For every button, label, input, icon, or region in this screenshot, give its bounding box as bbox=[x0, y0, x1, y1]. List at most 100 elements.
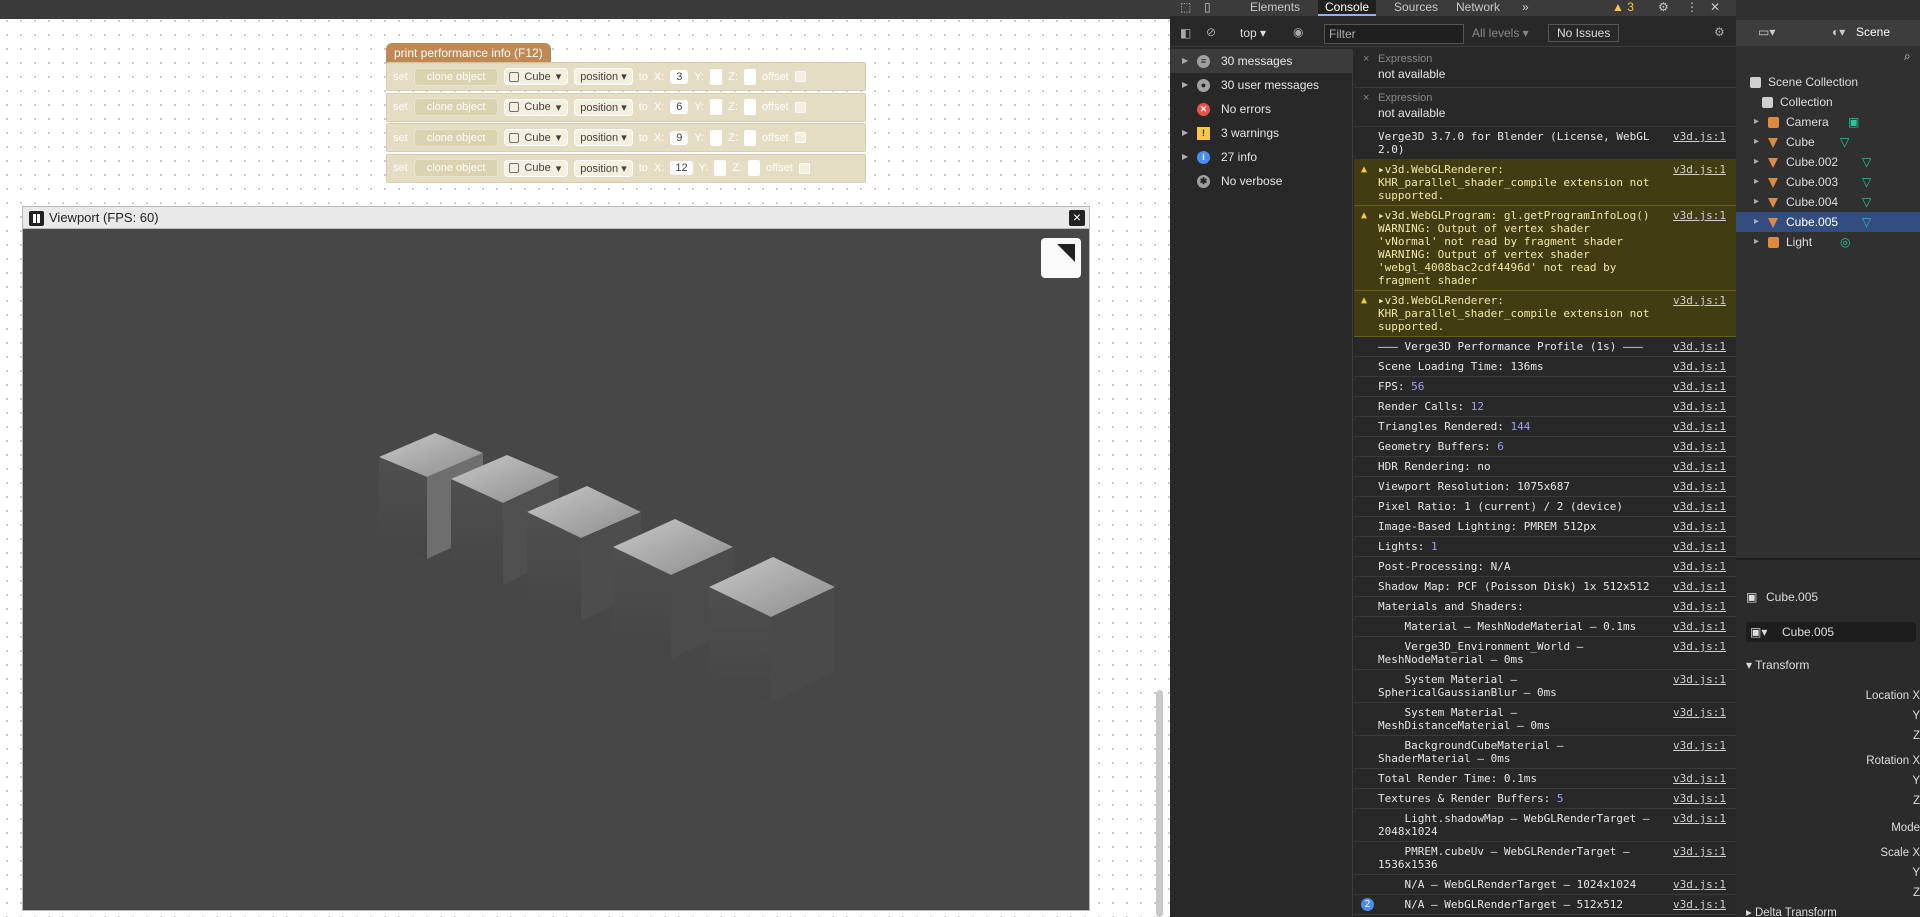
object-dropdown[interactable]: Cube ▾ bbox=[504, 68, 569, 85]
console-log-row[interactable]: Scene Loading Time: 136ms v3d.js:1 bbox=[1354, 357, 1736, 377]
offset-checkbox[interactable] bbox=[798, 162, 810, 174]
source-link[interactable]: v3d.js:1 bbox=[1673, 845, 1726, 858]
viewport-scene[interactable] bbox=[23, 229, 1089, 910]
clone-block-4[interactable]: set clone object Cube ▾ position ▾ to X: … bbox=[386, 153, 866, 183]
clone-block-3[interactable]: set clone object Cube ▾ position ▾ to X: … bbox=[386, 123, 866, 153]
console-log-row[interactable]: System Material – MeshDistanceMaterial –… bbox=[1354, 703, 1736, 736]
tab-console[interactable]: Console bbox=[1318, 0, 1377, 16]
console-settings-icon[interactable]: ⚙ bbox=[1714, 25, 1725, 39]
sidebar-item-verbose[interactable]: ✱ No verbose bbox=[1170, 169, 1352, 193]
console-log-row[interactable]: Triangles Rendered: 144 v3d.js:1 bbox=[1354, 417, 1736, 437]
source-link[interactable]: v3d.js:1 bbox=[1673, 520, 1726, 533]
outliner-item-cube-002[interactable]: ▸ Cube.002 ▽ bbox=[1736, 152, 1920, 172]
tab-elements[interactable]: Elements bbox=[1250, 0, 1300, 16]
offset-checkbox[interactable] bbox=[794, 101, 806, 113]
display-mode-icon[interactable]: ▭▾ bbox=[1758, 25, 1775, 39]
source-link[interactable]: v3d.js:1 bbox=[1673, 540, 1726, 553]
levels-dropdown[interactable]: All levels ▾ bbox=[1472, 26, 1529, 40]
source-link[interactable]: v3d.js:1 bbox=[1673, 380, 1726, 393]
context-selector[interactable]: top ▾ bbox=[1240, 26, 1266, 40]
console-log-row[interactable]: Post-Processing: N/A v3d.js:1 bbox=[1354, 557, 1736, 577]
property-dropdown[interactable]: position ▾ bbox=[574, 98, 633, 116]
sidebar-toggle-icon[interactable]: ◧ bbox=[1180, 26, 1191, 40]
console-warning-row[interactable]: ▲ ▸v3d.WebGLRenderer: KHR_parallel_shader… bbox=[1354, 291, 1736, 337]
console-log-row[interactable]: Shadow Map: PCF (Poisson Disk) 1x 512x51… bbox=[1354, 577, 1736, 597]
object-dropdown[interactable]: Cube ▾ bbox=[504, 98, 569, 116]
mesh-data-icon[interactable]: ▽ bbox=[1862, 212, 1871, 232]
expression-label[interactable]: Expression bbox=[1378, 53, 1726, 65]
object-dropdown[interactable]: Cube ▾ bbox=[504, 129, 569, 147]
expression-label[interactable]: Expression bbox=[1378, 92, 1726, 104]
console-log-row[interactable]: Lights: 1 v3d.js:1 bbox=[1354, 537, 1736, 557]
expand-icon[interactable]: ▸ bbox=[1754, 192, 1759, 212]
expand-icon[interactable]: ▸ bbox=[1754, 112, 1759, 132]
z-slot[interactable] bbox=[748, 160, 761, 177]
console-log-row[interactable]: Materials and Shaders: v3d.js:1 bbox=[1354, 597, 1736, 617]
y-slot[interactable] bbox=[710, 68, 723, 85]
console-log-row[interactable]: Total Render Time: 0.1ms v3d.js:1 bbox=[1354, 769, 1736, 789]
workspace-scrollbar[interactable] bbox=[1156, 690, 1163, 917]
scene-icon[interactable]: ◐▾ bbox=[1832, 25, 1845, 39]
console-log-row[interactable]: HDR Rendering: no v3d.js:1 bbox=[1354, 457, 1736, 477]
source-link[interactable]: v3d.js:1 bbox=[1673, 640, 1726, 653]
expand-icon[interactable]: ▸ bbox=[1754, 212, 1759, 232]
outliner-item-scene-collection[interactable]: Scene Collection bbox=[1736, 72, 1920, 92]
source-link[interactable]: v3d.js:1 bbox=[1673, 600, 1726, 613]
x-value-input[interactable]: 12 bbox=[670, 161, 693, 176]
sidebar-item-messages[interactable]: ▶ ≡ 30 messages bbox=[1170, 49, 1352, 73]
source-link[interactable]: v3d.js:1 bbox=[1673, 420, 1726, 433]
outliner-item-cube-005[interactable]: ▸ Cube.005 ▽ bbox=[1736, 212, 1920, 232]
search-icon[interactable]: ⌕ bbox=[1904, 49, 1911, 64]
settings-icon[interactable]: ⚙ bbox=[1658, 0, 1669, 16]
device-icon[interactable]: ▯ bbox=[1204, 0, 1211, 16]
eye-icon[interactable]: ◉ bbox=[1293, 25, 1303, 39]
remove-expression-icon[interactable]: × bbox=[1363, 92, 1369, 104]
clone-block-2[interactable]: set clone object Cube ▾ position ▾ to X: … bbox=[386, 92, 866, 122]
sidebar-item-warnings[interactable]: ▶! 3 warnings bbox=[1170, 121, 1352, 145]
transform-panel-header[interactable]: ▾ Transform bbox=[1746, 658, 1809, 672]
y-slot[interactable] bbox=[710, 129, 723, 146]
console-log-row[interactable]: Render Calls: 12 v3d.js:1 bbox=[1354, 397, 1736, 417]
source-link[interactable]: v3d.js:1 bbox=[1673, 163, 1726, 176]
source-link[interactable]: v3d.js:1 bbox=[1673, 209, 1726, 222]
sidebar-item-user-messages[interactable]: ▶ ● 30 user messages bbox=[1170, 73, 1352, 97]
z-slot[interactable] bbox=[743, 129, 756, 146]
inspect-icon[interactable]: ⬚ bbox=[1180, 0, 1191, 16]
x-value-input[interactable]: 9 bbox=[670, 130, 689, 145]
console-log-row[interactable]: Image-Based Lighting: PMREM 512px v3d.js:… bbox=[1354, 517, 1736, 537]
source-link[interactable]: v3d.js:1 bbox=[1673, 400, 1726, 413]
source-link[interactable]: v3d.js:1 bbox=[1673, 340, 1726, 353]
source-link[interactable]: v3d.js:1 bbox=[1673, 620, 1726, 633]
source-link[interactable]: v3d.js:1 bbox=[1673, 440, 1726, 453]
console-output[interactable]: × Expression not available × Expression … bbox=[1354, 49, 1736, 917]
mesh-data-icon[interactable]: ▽ bbox=[1840, 132, 1849, 152]
expand-icon[interactable]: ▸ bbox=[1754, 172, 1759, 192]
source-link[interactable]: v3d.js:1 bbox=[1673, 294, 1726, 307]
source-link[interactable]: v3d.js:1 bbox=[1673, 772, 1726, 785]
console-log-row[interactable]: ——— Verge3D Performance Profile (1s) ———… bbox=[1354, 337, 1736, 357]
offset-checkbox[interactable] bbox=[794, 71, 806, 82]
clone-object-block[interactable]: clone object bbox=[413, 98, 499, 117]
viewport-window[interactable]: Viewport (FPS: 60) × bbox=[22, 206, 1090, 911]
sidebar-item-errors[interactable]: ✕ No errors bbox=[1170, 97, 1352, 121]
source-link[interactable]: v3d.js:1 bbox=[1673, 480, 1726, 493]
source-link[interactable]: v3d.js:1 bbox=[1673, 706, 1726, 719]
clone-object-block[interactable]: clone object bbox=[413, 159, 499, 178]
console-log-row[interactable]: Material – MeshNodeMaterial – 0.1ms v3d.j… bbox=[1354, 617, 1736, 637]
filter-input[interactable]: Filter bbox=[1324, 24, 1464, 44]
outliner-item-cube-003[interactable]: ▸ Cube.003 ▽ bbox=[1736, 172, 1920, 192]
remove-expression-icon[interactable]: × bbox=[1363, 53, 1369, 65]
console-log-row[interactable]: Verge3D 3.7.0 for Blender (License, WebG… bbox=[1354, 127, 1736, 160]
clear-console-icon[interactable]: ⊘ bbox=[1206, 25, 1216, 39]
light-data-icon[interactable]: ◎ bbox=[1840, 232, 1850, 252]
outliner-item-cube-004[interactable]: ▸ Cube.004 ▽ bbox=[1736, 192, 1920, 212]
source-link[interactable]: v3d.js:1 bbox=[1673, 792, 1726, 805]
outliner-item-cube[interactable]: ▸ Cube ▽ bbox=[1736, 132, 1920, 152]
source-link[interactable]: v3d.js:1 bbox=[1673, 460, 1726, 473]
mesh-data-icon[interactable]: ▽ bbox=[1862, 172, 1871, 192]
source-link[interactable]: v3d.js:1 bbox=[1673, 878, 1726, 891]
object-name-field[interactable]: ▣▾ Cube.005 bbox=[1746, 622, 1916, 642]
console-log-row[interactable]: 2 N/A – WebGLRenderTarget – 512x512 v3d.j… bbox=[1354, 895, 1736, 915]
y-slot[interactable] bbox=[710, 99, 723, 116]
offset-checkbox[interactable] bbox=[794, 132, 806, 144]
